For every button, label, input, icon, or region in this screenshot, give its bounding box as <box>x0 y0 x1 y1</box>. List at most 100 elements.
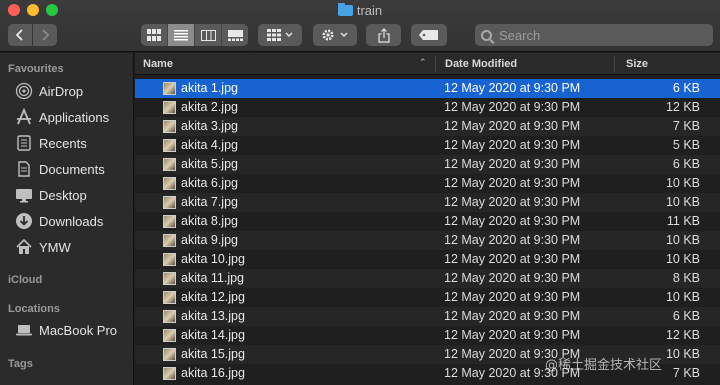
file-size: 10 KB <box>665 195 700 209</box>
file-list: Name ⌃ Date Modified Size akita 1.jpg 12… <box>135 53 720 385</box>
column-header: Name ⌃ Date Modified Size <box>135 53 720 75</box>
icon-view-button[interactable] <box>141 24 168 46</box>
sidebar-item-label: MacBook Pro <box>39 322 118 338</box>
window-title-text: train <box>356 3 383 18</box>
file-name: akita 2.jpg <box>181 100 238 114</box>
sidebar-item-airdrop[interactable]: AirDrop <box>14 81 83 101</box>
gallery-icon <box>227 29 243 41</box>
sidebar-item-documents[interactable]: Documents <box>14 159 105 179</box>
image-thumbnail-icon <box>163 234 176 247</box>
gallery-view-button[interactable] <box>222 24 248 46</box>
table-row[interactable]: akita 2.jpg 12 May 2020 at 9:30 PM 12 KB <box>135 98 720 117</box>
file-name: akita 8.jpg <box>181 214 238 228</box>
sidebar-item-label: Downloads <box>39 213 104 229</box>
column-header-date-modified[interactable]: Date Modified <box>445 58 517 70</box>
group-by-button[interactable] <box>258 24 302 46</box>
file-name: akita 4.jpg <box>181 138 238 152</box>
file-size: 5 KB <box>672 138 700 152</box>
table-row[interactable]: akita 4.jpg 12 May 2020 at 9:30 PM 5 KB <box>135 136 720 155</box>
gear-icon <box>322 29 348 41</box>
share-icon <box>377 27 390 43</box>
downloads-icon <box>14 212 33 231</box>
list-view-button[interactable] <box>168 24 195 46</box>
file-date: 12 May 2020 at 9:30 PM <box>444 81 581 95</box>
column-header-size[interactable]: Size <box>626 58 648 70</box>
sidebar-section-icloud: iCloud <box>8 274 43 286</box>
image-thumbnail-icon <box>163 158 176 171</box>
watermark: @稀土掘金技术社区 <box>545 358 663 373</box>
table-row[interactable]: akita 1.jpg 12 May 2020 at 9:30 PM 6 KB <box>135 79 720 98</box>
tags-button[interactable] <box>411 24 447 46</box>
sidebar-item-applications[interactable]: Applications <box>14 107 109 127</box>
image-thumbnail-icon <box>163 120 176 133</box>
file-size: 10 KB <box>665 290 700 304</box>
file-name: akita 12.jpg <box>181 290 245 304</box>
view-mode-control[interactable] <box>141 24 248 46</box>
toolbar: train <box>0 0 720 52</box>
table-row[interactable]: akita 11.jpg 12 May 2020 at 9:30 PM 8 KB <box>135 269 720 288</box>
image-thumbnail-icon <box>163 348 176 361</box>
chevron-left-icon <box>15 29 23 41</box>
file-name: akita 14.jpg <box>181 328 245 342</box>
image-thumbnail-icon <box>163 329 176 342</box>
sidebar-item-ymw[interactable]: YMW <box>14 237 71 257</box>
image-thumbnail-icon <box>163 291 176 304</box>
file-date: 12 May 2020 at 9:30 PM <box>444 271 581 285</box>
table-row[interactable]: akita 3.jpg 12 May 2020 at 9:30 PM 7 KB <box>135 117 720 136</box>
sort-ascending-icon: ⌃ <box>419 57 427 67</box>
folder-icon <box>337 3 353 16</box>
file-date: 12 May 2020 at 9:30 PM <box>444 233 581 247</box>
file-date: 12 May 2020 at 9:30 PM <box>444 214 581 228</box>
table-row[interactable]: akita 12.jpg 12 May 2020 at 9:30 PM 10 K… <box>135 288 720 307</box>
search-field[interactable] <box>475 24 713 46</box>
sidebar-item-downloads[interactable]: Downloads <box>14 211 103 231</box>
column-divider[interactable] <box>614 56 615 72</box>
file-size: 12 KB <box>665 100 700 114</box>
table-row[interactable]: akita 8.jpg 12 May 2020 at 9:30 PM 11 KB <box>135 212 720 231</box>
table-row[interactable]: akita 9.jpg 12 May 2020 at 9:30 PM 10 KB <box>135 231 720 250</box>
sidebar-item-label: AirDrop <box>39 83 84 99</box>
file-size: 8 KB <box>672 271 700 285</box>
search-input[interactable] <box>499 27 699 43</box>
column-header-name[interactable]: Name <box>143 58 173 70</box>
image-thumbnail-icon <box>163 367 176 380</box>
table-row[interactable]: akita 13.jpg 12 May 2020 at 9:30 PM 6 KB <box>135 307 720 326</box>
table-row[interactable]: akita 10.jpg 12 May 2020 at 9:30 PM 10 K… <box>135 250 720 269</box>
tag-icon <box>419 30 438 40</box>
column-view-button[interactable] <box>195 24 222 46</box>
file-date: 12 May 2020 at 9:30 PM <box>444 309 581 323</box>
list-icon <box>174 29 188 40</box>
action-menu-button[interactable] <box>313 24 357 46</box>
table-row[interactable]: akita 5.jpg 12 May 2020 at 9:30 PM 6 KB <box>135 155 720 174</box>
documents-icon <box>14 160 33 179</box>
sidebar-item-recents[interactable]: Recents <box>14 133 87 153</box>
sidebar-item-desktop[interactable]: Desktop <box>14 185 87 205</box>
columns-icon <box>200 29 216 41</box>
file-size: 6 KB <box>672 309 700 323</box>
sidebar-section-favourites: Favourites <box>8 63 64 75</box>
column-divider[interactable] <box>435 56 436 72</box>
image-thumbnail-icon <box>163 253 176 266</box>
file-name: akita 10.jpg <box>181 252 245 266</box>
table-row[interactable]: akita 14.jpg 12 May 2020 at 9:30 PM 12 K… <box>135 326 720 345</box>
table-row[interactable]: akita 6.jpg 12 May 2020 at 9:30 PM 10 KB <box>135 174 720 193</box>
sidebar-item-label: YMW <box>39 239 71 255</box>
forward-button[interactable] <box>33 24 57 46</box>
file-name: akita 5.jpg <box>181 157 238 171</box>
applications-icon <box>14 108 33 127</box>
file-size: 10 KB <box>665 252 700 266</box>
back-button[interactable] <box>8 24 32 46</box>
sidebar: Favourites AirDrop Applications Recents … <box>0 53 134 385</box>
sidebar-section-locations: Locations <box>8 303 60 315</box>
window-title: train <box>0 3 720 18</box>
image-thumbnail-icon <box>163 82 176 95</box>
file-date: 12 May 2020 at 9:30 PM <box>444 138 581 152</box>
file-date: 12 May 2020 at 9:30 PM <box>444 176 581 190</box>
file-size: 7 KB <box>672 119 700 133</box>
sidebar-item-macbook-pro[interactable]: MacBook Pro <box>14 320 117 340</box>
share-button[interactable] <box>366 24 401 46</box>
file-name: akita 7.jpg <box>181 195 238 209</box>
table-row[interactable]: akita 7.jpg 12 May 2020 at 9:30 PM 10 KB <box>135 193 720 212</box>
image-thumbnail-icon <box>163 196 176 209</box>
image-thumbnail-icon <box>163 177 176 190</box>
